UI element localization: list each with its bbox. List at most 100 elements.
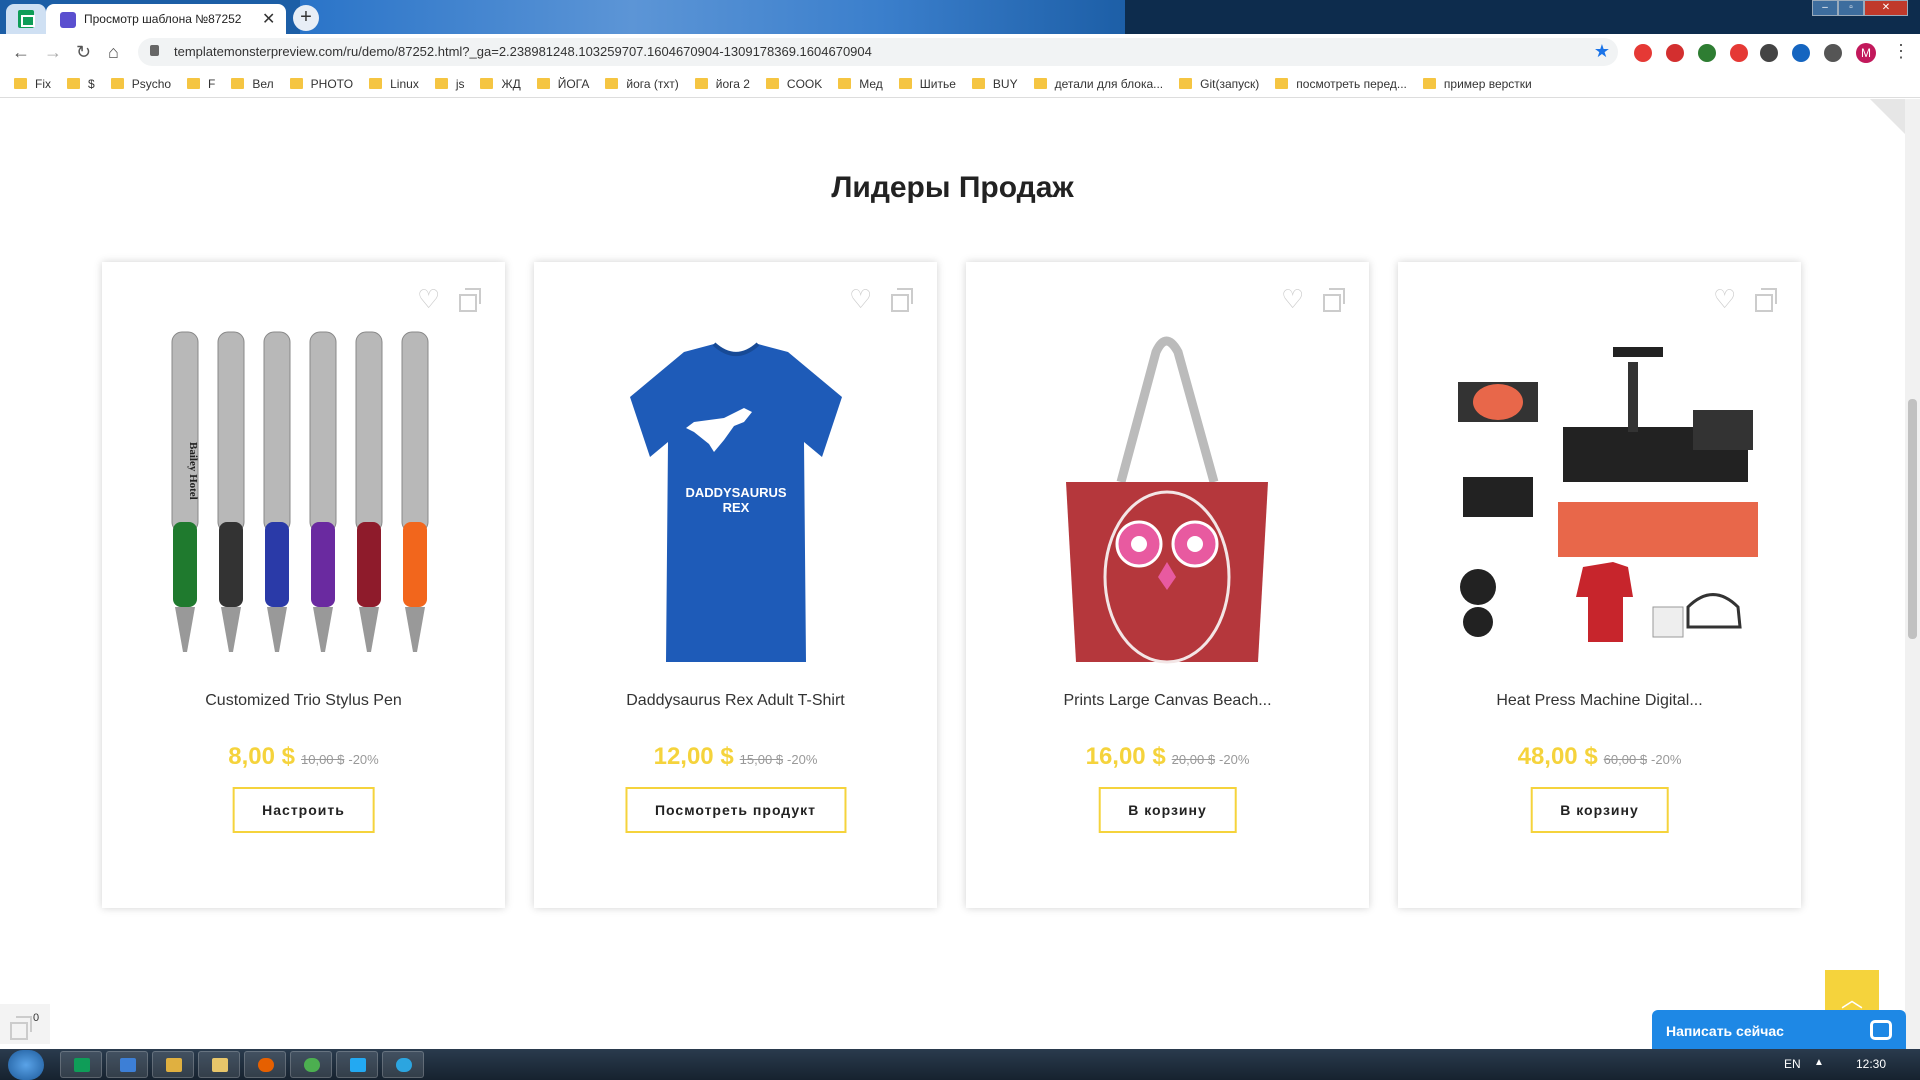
bookmark-item[interactable]: Вел <box>231 77 274 91</box>
tray-expand-icon[interactable]: ▲ <box>1814 1057 1824 1068</box>
extension-5-icon[interactable] <box>1760 44 1778 62</box>
browser-tab-bar: Просмотр шаблона №87252 ✕ + – ▫ ✕ <box>0 0 1920 34</box>
product-name[interactable]: Daddysaurus Rex Adult T-Shirt <box>534 692 937 710</box>
scrollbar-thumb[interactable] <box>1908 399 1917 639</box>
close-window-button[interactable]: ✕ <box>1864 0 1908 16</box>
wishlist-heart-icon[interactable]: ♡ <box>849 286 873 312</box>
bookmark-item[interactable]: ЖД <box>480 77 521 91</box>
bookmark-item[interactable]: $ <box>67 77 95 91</box>
compare-icon[interactable] <box>459 288 481 312</box>
product-name[interactable]: Customized Trio Stylus Pen <box>102 692 505 710</box>
product-name[interactable]: Heat Press Machine Digital... <box>1398 692 1801 710</box>
bookmark-item[interactable]: PHOTO <box>289 77 353 91</box>
folder-icon <box>1033 78 1047 89</box>
pen-tip <box>359 607 379 652</box>
folder-icon <box>838 78 852 89</box>
tab-sheets[interactable] <box>6 4 46 34</box>
wishlist-heart-icon[interactable]: ♡ <box>1713 286 1737 312</box>
bookmark-item[interactable]: ЙОГА <box>536 76 590 91</box>
bookmark-item[interactable]: посмотреть перед... <box>1275 77 1407 91</box>
reload-icon[interactable]: ↻ <box>76 42 91 63</box>
bookmark-item[interactable]: Мед <box>838 77 883 91</box>
taskbar-app-2[interactable] <box>106 1051 148 1078</box>
pen-tip <box>221 607 241 652</box>
product-name[interactable]: Prints Large Canvas Beach... <box>966 692 1369 710</box>
bookmark-item[interactable]: Fix <box>14 77 51 91</box>
product-card[interactable]: ♡ Heat Press Machine Digital... 48,00 $ 6… <box>1398 262 1801 908</box>
bookmark-label: детали для блока... <box>1054 76 1164 91</box>
bookmark-item[interactable]: COOK <box>765 77 822 91</box>
product-image-pens[interactable]: Bailey Hotel <box>142 322 465 682</box>
product-image-tshirt[interactable]: DADDYSAURUS REX <box>574 322 897 682</box>
pen-tip <box>313 607 333 652</box>
bookmark-label: пример верстки <box>1443 76 1532 91</box>
address-bar[interactable]: templatemonsterpreview.com/ru/demo/87252… <box>138 38 1618 66</box>
tab-active[interactable]: Просмотр шаблона №87252 ✕ <box>46 4 286 34</box>
extension-1-icon[interactable] <box>1634 44 1652 62</box>
adblock-icon[interactable] <box>1666 44 1684 62</box>
page-corner-fold[interactable] <box>1870 99 1905 139</box>
taskbar-chrome[interactable] <box>290 1051 332 1078</box>
bookmark-item[interactable]: йога 2 <box>694 77 750 91</box>
bookmark-label: ЙОГА <box>557 76 590 91</box>
bookmark-item[interactable]: F <box>187 77 215 91</box>
bookmark-item[interactable]: пример верстки <box>1422 76 1532 91</box>
language-indicator[interactable]: EN <box>1784 1057 1801 1071</box>
bookmark-item[interactable]: Psycho <box>110 77 171 91</box>
price-discount: -20% <box>787 752 818 767</box>
bookmark-item[interactable]: Linux <box>369 77 419 91</box>
bookmark-item[interactable]: детали для блока... <box>1033 76 1164 91</box>
bookmark-item[interactable]: йога (тхт) <box>605 77 679 91</box>
bookmark-item[interactable]: BUY <box>971 77 1018 91</box>
profile-avatar[interactable]: M <box>1856 43 1876 63</box>
customize-button[interactable]: Настроить <box>232 787 375 833</box>
folder-icon <box>212 1058 228 1072</box>
forward-icon[interactable]: → <box>44 42 62 63</box>
wishlist-heart-icon[interactable]: ♡ <box>1281 286 1305 312</box>
compare-icon[interactable] <box>1755 288 1777 312</box>
compare-count: 0 <box>33 1012 40 1024</box>
bookmark-item[interactable]: Git(запуск) <box>1179 77 1259 91</box>
tab-close-icon[interactable]: ✕ <box>262 9 275 29</box>
start-button[interactable] <box>8 1050 44 1080</box>
extension-4-icon[interactable] <box>1730 44 1748 62</box>
compare-icon[interactable] <box>1323 288 1345 312</box>
maximize-button[interactable]: ▫ <box>1838 0 1864 16</box>
pen-body <box>355 331 383 533</box>
taskbar-firefox[interactable] <box>244 1051 286 1078</box>
bookmark-item[interactable]: Шитье <box>898 77 956 91</box>
bookmark-label: посмотреть перед... <box>1296 76 1407 91</box>
taskbar-app-3[interactable] <box>152 1051 194 1078</box>
bookmark-item[interactable]: js <box>434 77 464 91</box>
compare-widget[interactable]: 0 <box>0 1004 50 1044</box>
minimize-button[interactable]: – <box>1812 0 1838 16</box>
view-product-button[interactable]: Посмотреть продукт <box>624 787 847 833</box>
bookmark-label: Fix <box>35 76 51 91</box>
add-to-cart-button[interactable]: В корзину <box>1098 787 1237 833</box>
chat-widget[interactable]: Написать сейчас <box>1652 1010 1906 1052</box>
product-card[interactable]: ♡ Bailey Hotel Customized Trio Stylus Pe… <box>102 262 505 908</box>
taskbar-vscode[interactable] <box>336 1051 378 1078</box>
extension-6-icon[interactable] <box>1792 44 1810 62</box>
extension-3-icon[interactable] <box>1698 44 1716 62</box>
product-image-heat-press[interactable] <box>1438 322 1761 682</box>
clock[interactable]: 12:30 <box>1856 1057 1886 1071</box>
back-icon[interactable]: ← <box>12 42 30 63</box>
taskbar-telegram[interactable] <box>382 1051 424 1078</box>
menu-icon[interactable]: ⋮ <box>1892 41 1910 62</box>
product-card[interactable]: ♡ Prints Large Canvas Beach... 16,00 $ 20… <box>966 262 1369 908</box>
product-card[interactable]: ♡ DADDYSAURUS REX Daddysaurus Rex Adult … <box>534 262 937 908</box>
home-icon[interactable]: ⌂ <box>108 42 119 63</box>
add-to-cart-button[interactable]: В корзину <box>1530 787 1669 833</box>
folder-icon <box>110 78 124 89</box>
extensions-puzzle-icon[interactable] <box>1824 44 1842 62</box>
product-image-bag[interactable] <box>1006 322 1329 682</box>
new-tab-button[interactable]: + <box>293 5 319 31</box>
compare-icon[interactable] <box>891 288 913 312</box>
taskbar-sheets[interactable] <box>60 1051 102 1078</box>
wishlist-heart-icon[interactable]: ♡ <box>417 286 441 312</box>
url-text[interactable]: templatemonsterpreview.com/ru/demo/87252… <box>174 44 872 59</box>
taskbar-explorer[interactable] <box>198 1051 240 1078</box>
bookmark-star-icon[interactable]: ★ <box>1594 41 1610 62</box>
page-scrollbar[interactable] <box>1905 99 1920 1049</box>
